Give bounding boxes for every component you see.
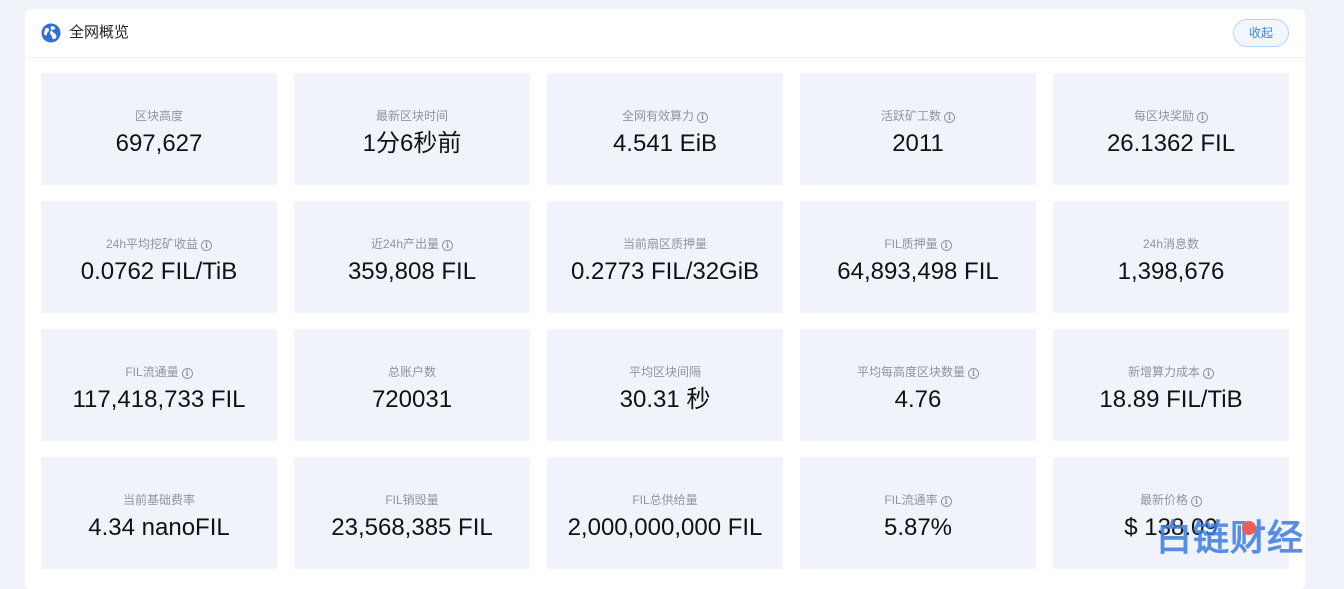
stat-card: FIL总供给量 2,000,000,000 FIL <box>547 457 783 569</box>
stat-label-text: FIL流通量 <box>125 365 179 379</box>
stat-label: 新增算力成本 i <box>1053 365 1289 379</box>
stat-label-text: 当前扇区质押量 <box>622 237 707 251</box>
stat-value: 4.541 EiB <box>612 130 718 157</box>
stat-card: 当前扇区质押量 0.2773 FIL/32GiB <box>547 201 783 313</box>
stat-label-text: 最新价格 <box>1139 493 1188 507</box>
stat-value: 30.31 秒 <box>619 386 711 413</box>
stat-label: 最新区块时间 <box>294 109 530 123</box>
stat-label-text: 新增算力成本 <box>1127 365 1200 379</box>
stat-card: FIL质押量 i 64,893,498 FIL <box>800 201 1036 313</box>
stat-label: 总账户数 <box>294 365 530 379</box>
stat-card: FIL流通率 i 5.87% <box>800 457 1036 569</box>
globe-icon <box>41 23 61 43</box>
info-icon[interactable]: i <box>940 496 952 507</box>
stat-label-text: 平均区块间隔 <box>628 365 701 379</box>
stat-label-text: FIL质押量 <box>884 237 938 251</box>
stat-card: 24h平均挖矿收益 i 0.0762 FIL/TiB <box>41 201 277 313</box>
stat-label-text: 最新区块时间 <box>375 109 448 123</box>
stat-label: 每区块奖励 i <box>1053 109 1289 123</box>
stat-card: 新增算力成本 i 18.89 FIL/TiB <box>1053 329 1289 441</box>
stat-label-text: FIL流通率 <box>884 493 938 507</box>
info-icon[interactable]: i <box>944 112 955 123</box>
stat-value: 697,627 <box>115 130 203 157</box>
info-icon[interactable]: i <box>697 112 708 123</box>
stat-card: 区块高度 697,627 <box>41 73 277 185</box>
stat-label: 当前基础费率 <box>41 493 277 507</box>
stat-value: 5.87% <box>883 514 953 541</box>
stat-value: 26.1362 FIL <box>1106 130 1236 157</box>
panel-title: 全网概览 <box>69 24 130 41</box>
stat-label-text: 总账户数 <box>387 365 436 379</box>
stat-card: 每区块奖励 i 26.1362 FIL <box>1053 73 1289 185</box>
stat-card: 当前基础费率 4.34 nanoFIL <box>41 457 277 569</box>
stat-value: 0.0762 FIL/TiB <box>80 258 238 285</box>
stat-label-text: 活跃矿工数 <box>880 109 941 123</box>
stat-label: 平均区块间隔 <box>547 365 783 379</box>
stat-label-text: 平均每高度区块数量 <box>856 365 965 379</box>
stat-label: FIL质押量 i <box>800 237 1036 251</box>
stat-value: 18.89 FIL/TiB <box>1099 386 1243 413</box>
info-icon[interactable]: i <box>442 240 454 251</box>
stat-label: 最新价格 i <box>1053 493 1289 507</box>
info-icon[interactable]: i <box>968 368 979 379</box>
stat-card: 24h消息数 1,398,676 <box>1053 201 1289 313</box>
stat-value: 4.34 nanoFIL <box>88 514 230 541</box>
stat-label-text: FIL总供给量 <box>632 493 698 507</box>
stat-label: 区块高度 <box>41 109 277 123</box>
info-icon[interactable]: i <box>1203 368 1214 379</box>
stat-label-text: 近24h产出量 <box>370 237 440 251</box>
stat-card: 活跃矿工数 i 2011 <box>800 73 1036 185</box>
info-icon[interactable]: i <box>1191 496 1202 507</box>
stat-value: 117,418,733 FIL <box>72 386 246 413</box>
stat-label: 近24h产出量 i <box>294 237 530 251</box>
panel-header: 全网概览 收起 <box>25 9 1305 58</box>
stat-card: 全网有效算力 i 4.541 EiB <box>547 73 783 185</box>
stat-label: FIL流通量 i <box>41 365 277 379</box>
stat-label: FIL销毁量 <box>294 493 530 507</box>
watermark-logo: 白链财经 <box>1156 517 1336 559</box>
stat-card: 最新区块时间 1分6秒前 <box>294 73 530 185</box>
info-icon[interactable]: i <box>940 240 952 251</box>
stat-label: 24h平均挖矿收益 i <box>41 237 277 251</box>
stat-value: 4.76 <box>894 386 942 413</box>
stat-value: 23,568,385 FIL <box>331 514 493 541</box>
info-icon[interactable]: i <box>201 240 213 251</box>
stat-card: 平均区块间隔 30.31 秒 <box>547 329 783 441</box>
stat-card: 平均每高度区块数量 i 4.76 <box>800 329 1036 441</box>
stat-card: FIL流通量 i 117,418,733 FIL <box>41 329 277 441</box>
watermark-text: 白链财经 <box>1156 517 1305 558</box>
stat-label-text: FIL销毁量 <box>385 493 439 507</box>
stat-label-text: 每区块奖励 <box>1133 109 1194 123</box>
stat-label-text: 24h消息数 <box>1142 237 1200 251</box>
stat-label: 平均每高度区块数量 i <box>800 365 1036 379</box>
stat-value: 1分6秒前 <box>362 130 462 157</box>
info-icon[interactable]: i <box>1197 112 1208 123</box>
stat-label-text: 24h平均挖矿收益 <box>105 237 199 251</box>
stat-label: 24h消息数 <box>1053 237 1289 251</box>
stat-card: FIL销毁量 23,568,385 FIL <box>294 457 530 569</box>
stat-value: 720031 <box>371 386 453 413</box>
stat-label: 活跃矿工数 i <box>800 109 1036 123</box>
stat-value: 64,893,498 FIL <box>837 258 999 285</box>
stat-label: FIL流通率 i <box>800 493 1036 507</box>
stat-label: 当前扇区质押量 <box>547 237 783 251</box>
stat-value: 0.2773 FIL/32GiB <box>570 258 760 285</box>
stat-value: 2011 <box>892 130 944 157</box>
collapse-button[interactable]: 收起 <box>1233 19 1289 47</box>
stat-card: 近24h产出量 i 359,808 FIL <box>294 201 530 313</box>
stat-label-text: 区块高度 <box>134 109 183 123</box>
stat-value: 2,000,000,000 FIL <box>567 514 763 541</box>
network-overview-panel: 全网概览 收起 区块高度 697,627 最新区块时间 1分6秒前 全网有效算力 i 4.5… <box>25 9 1305 589</box>
stat-value: 1,398,676 <box>1117 258 1225 285</box>
stat-label-text: 全网有效算力 <box>621 109 694 123</box>
stat-label-text: 当前基础费率 <box>122 493 195 507</box>
stat-card: 总账户数 720031 <box>294 329 530 441</box>
watermark-dot <box>1242 521 1256 535</box>
stat-label: 全网有效算力 i <box>547 109 783 123</box>
stat-value: 359,808 FIL <box>347 258 477 285</box>
stat-label: FIL总供给量 <box>547 493 783 507</box>
info-icon[interactable]: i <box>181 368 193 379</box>
